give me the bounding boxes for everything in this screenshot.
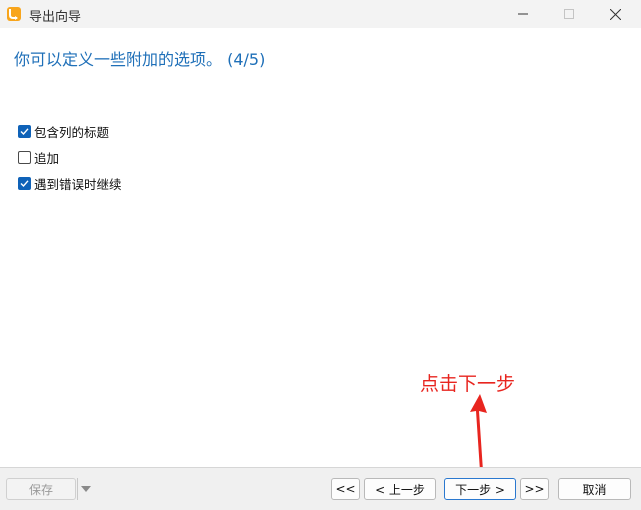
maximize-icon [564,9,574,19]
option-append[interactable]: 追加 [18,144,122,170]
minimize-button[interactable] [500,0,546,28]
maximize-button[interactable] [546,0,592,28]
page-title: 你可以定义一些附加的选项。 (4/5) [14,50,266,69]
export-wizard-window: 导出向导 你可以定义一些附加的选项。 (4/5) 包含列的标题 追加 遇到错误时… [0,0,641,510]
checkbox-unchecked-icon[interactable] [18,150,31,164]
option-continue-on-error[interactable]: 遇到错误时继续 [18,170,122,196]
previous-button[interactable]: < 上一步 [364,478,436,500]
option-label: 包含列的标题 [34,124,110,140]
close-icon [609,8,621,20]
option-label: 追加 [34,150,60,166]
title-bar: 导出向导 [0,0,641,28]
next-button[interactable]: 下一步 > [444,478,516,500]
close-button[interactable] [592,0,638,28]
save-dropdown[interactable] [77,478,93,500]
checkbox-checked-icon[interactable] [18,124,31,138]
option-label: 遇到错误时继续 [34,176,122,192]
last-page-button[interactable]: >> [520,478,549,500]
minimize-icon [518,13,528,15]
app-logo-icon [7,7,21,21]
checkbox-checked-icon[interactable] [18,176,31,190]
cancel-button[interactable]: 取消 [558,478,631,500]
window-title: 导出向导 [29,10,82,25]
chevron-down-icon [80,486,91,492]
option-include-headers[interactable]: 包含列的标题 [18,118,122,144]
options-list: 包含列的标题 追加 遇到错误时继续 [18,118,122,196]
first-page-button[interactable]: << [331,478,360,500]
save-button[interactable]: 保存 [6,478,76,500]
